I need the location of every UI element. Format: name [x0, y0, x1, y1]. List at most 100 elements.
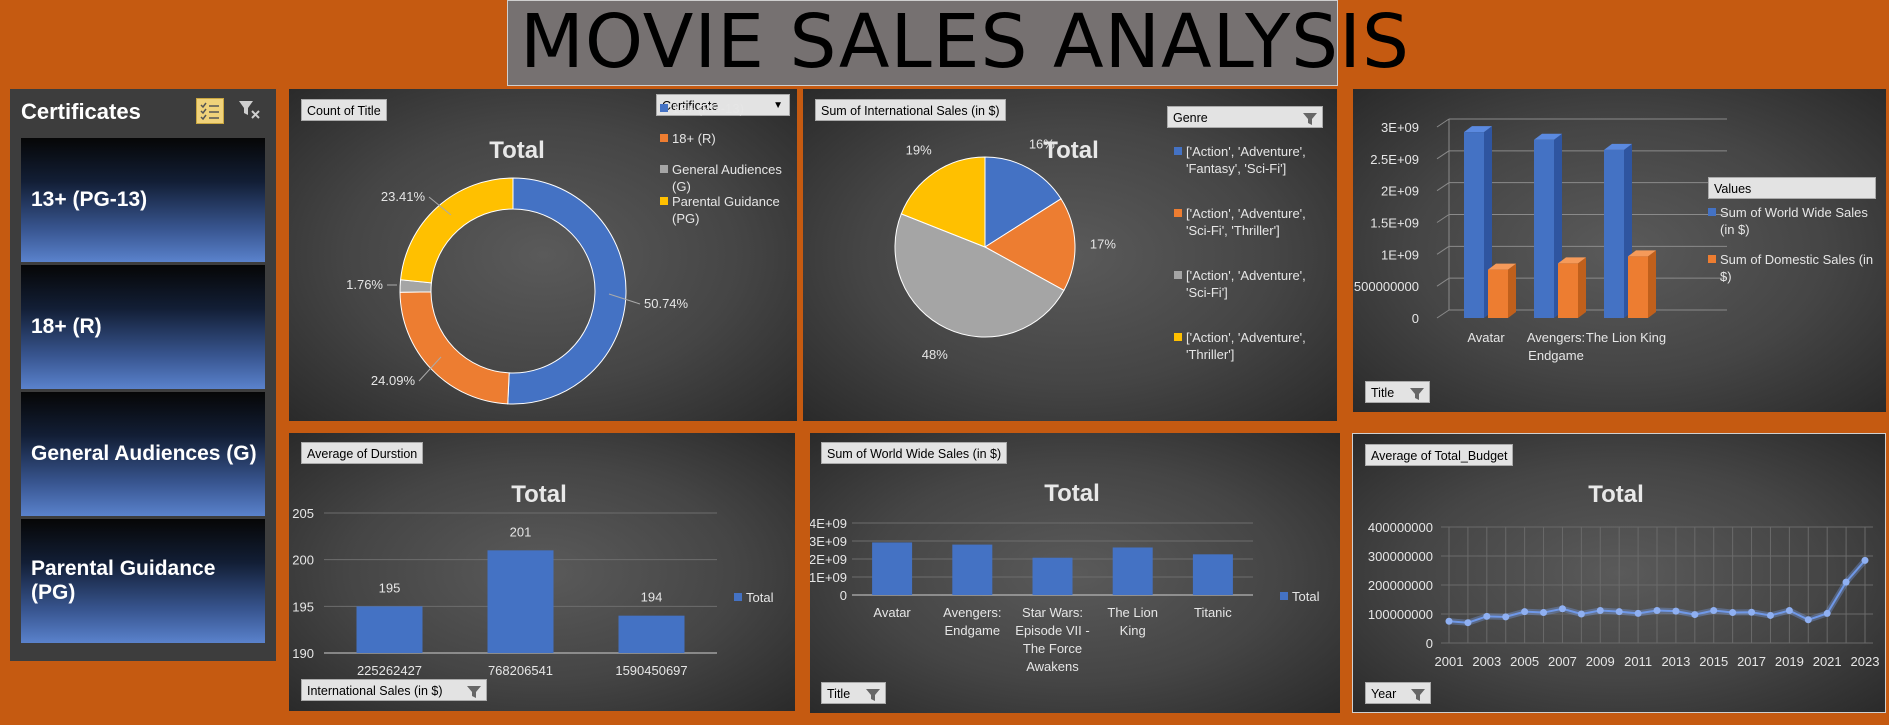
duration-bar-chart: 190 195 200 205 195 225262427 201 768206541 194 1…	[292, 506, 717, 678]
x-tick-label: Avengers:	[943, 605, 1001, 620]
slicer-title: Certificates	[21, 99, 141, 124]
bar-the-lion-king	[1112, 547, 1153, 595]
international-sales-filter-label: International Sales (in $)	[307, 684, 443, 698]
data-point-2003	[1483, 612, 1491, 620]
legend-label: Parental Guidance (PG)	[672, 194, 780, 226]
data-point-2011	[1634, 609, 1642, 617]
y-tick-label: 200	[292, 553, 314, 568]
y-tick-label: 195	[292, 599, 314, 614]
doughnut-slice-18-r	[399, 291, 510, 405]
bar-data-label-0: 195	[379, 580, 401, 595]
bar-768206541	[487, 550, 554, 653]
title-filter-button[interactable]: Title	[1365, 381, 1430, 403]
legend-swatch	[1174, 147, 1182, 155]
legend-swatch	[1174, 271, 1182, 279]
multi-select-icon[interactable]	[196, 98, 224, 124]
bar-225262427	[356, 606, 423, 653]
legend-label: Sum of World Wide Sales (in $)	[1720, 205, 1868, 237]
gridline-depth	[1436, 150, 1450, 160]
legend-label: 18+ (R)	[672, 131, 716, 146]
legend-label: ['Action', 'Adventure', 'Fantasy', 'Sci-…	[1186, 144, 1306, 176]
data-point-2006	[1540, 609, 1548, 617]
bar-1590450697	[618, 615, 685, 653]
x-tick-label: 225262427	[357, 663, 422, 678]
x-tick-label: Avatar	[873, 605, 911, 620]
budget-line-panel: Average of Total_Budget Total 0 100000000…	[1352, 433, 1886, 713]
data-point-2008	[1577, 610, 1585, 618]
bar-avengers-endgame-sum-of-domestic-sales-in	[1558, 263, 1578, 318]
x-tick-label: 768206541	[488, 663, 553, 678]
worldwide-bar-panel: Sum of World Wide Sales (in $) Total 0 1E…	[810, 433, 1340, 713]
y-tick-label: 1.5E+09	[1370, 216, 1419, 231]
certificate-doughnut-panel: Count of Title Certificate ▼ Total 50.74…	[289, 89, 797, 421]
bar-the-lion-king-sum-of-world-wide-sales-in	[1604, 149, 1624, 318]
legend-swatch	[660, 165, 668, 173]
y-tick-label: 1E+09	[1381, 247, 1419, 262]
x-tick-label: Awakens	[1026, 659, 1079, 674]
y-tick-label: 0	[1412, 311, 1419, 326]
slicer-item-pg[interactable]: Parental Guidance (PG)	[21, 519, 265, 643]
y-tick-label: 2.5E+09	[1370, 152, 1419, 167]
y-tick-label: 0	[840, 588, 847, 603]
clear-filter-icon[interactable]	[236, 98, 264, 124]
x-tick-label: 2023	[1851, 654, 1880, 669]
data-point-2018	[1766, 611, 1774, 619]
x-tick-label: 2003	[1472, 654, 1501, 669]
legend-swatch	[1708, 208, 1716, 216]
y-tick-label: 400000000	[1368, 520, 1433, 535]
pie-data-label-1: 17%	[1090, 236, 1116, 251]
x-tick-label: 2013	[1661, 654, 1690, 669]
title-filter-button-2[interactable]: Title	[821, 682, 886, 704]
bar-avatar-sum-of-domestic-sales-in	[1488, 269, 1508, 318]
gridline-depth	[1436, 182, 1450, 192]
y-tick-label: 200000000	[1368, 578, 1433, 593]
slicer-item-pg13[interactable]: 13+ (PG-13)	[21, 138, 265, 262]
pie-data-label-3: 19%	[906, 142, 932, 157]
title-filter-label: Title	[1371, 386, 1395, 400]
data-point-2001	[1445, 617, 1453, 625]
doughnut-slice-13-pg-13	[507, 177, 627, 405]
pie-chart: 16% 17% 48% 19%	[894, 137, 1116, 362]
filter-icon	[1409, 382, 1425, 404]
pie-data-label-0: 16%	[1029, 137, 1055, 152]
x-tick-label: 2015	[1699, 654, 1728, 669]
budget-line-chart: 0 100000000 200000000 300000000 400000000 200…	[1368, 520, 1880, 669]
dashboard-title: MOVIE SALES ANALYSIS	[520, 0, 1410, 85]
y-tick-label: 1E+09	[810, 570, 847, 585]
legend-swatch	[660, 134, 668, 142]
filter-icon	[865, 683, 881, 705]
x-tick-label: The Lion	[1107, 605, 1158, 620]
bar-side-avatar-s1	[1508, 263, 1516, 318]
y-tick-label: 2E+09	[1381, 184, 1419, 199]
bar-avengers-endgame	[952, 544, 993, 595]
international-sales-filter-button[interactable]: International Sales (in $)	[301, 679, 487, 701]
x-tick-label: Avengers:	[1527, 330, 1585, 345]
x-tick-label: The Force	[1023, 641, 1082, 656]
bar-avatar-sum-of-world-wide-sales-in	[1464, 132, 1484, 318]
data-point-2020	[1804, 616, 1812, 624]
gridline-depth	[1436, 245, 1450, 255]
legend-swatch	[1174, 333, 1182, 341]
bar-titanic	[1192, 554, 1233, 595]
dashboard-title-box: MOVIE SALES ANALYSIS	[507, 0, 1409, 86]
x-tick-label: The Lion King	[1586, 330, 1666, 345]
data-point-2005	[1521, 608, 1529, 616]
x-tick-label: 2021	[1813, 654, 1842, 669]
legend-label: Total	[1292, 589, 1320, 604]
data-point-2002	[1464, 619, 1472, 627]
x-tick-label: 2009	[1586, 654, 1615, 669]
data-point-2007	[1558, 605, 1566, 613]
legend-swatch	[734, 593, 742, 601]
x-tick-label: 2001	[1435, 654, 1464, 669]
bar-avatar	[872, 542, 913, 595]
y-tick-label: 0	[1426, 636, 1433, 651]
filter-icon	[466, 680, 482, 702]
slicer-item-g[interactable]: General Audiences (G)	[21, 392, 265, 516]
x-tick-label: 2017	[1737, 654, 1766, 669]
gridline-depth	[1436, 118, 1450, 128]
y-tick-label: 100000000	[1368, 607, 1433, 622]
slicer-item-r[interactable]: 18+ (R)	[21, 265, 265, 389]
year-filter-button[interactable]: Year	[1365, 682, 1431, 704]
legend-label: ['Action', 'Adventure', 'Sci-Fi']	[1186, 268, 1306, 300]
y-tick-label: 3E+09	[810, 534, 847, 549]
